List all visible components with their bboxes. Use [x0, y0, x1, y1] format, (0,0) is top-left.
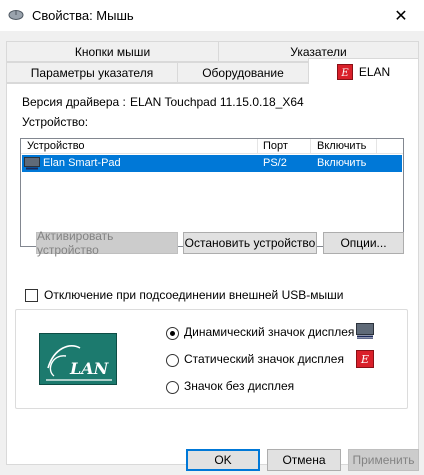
tab-hardware[interactable]: Оборудование — [177, 62, 309, 83]
dynamic-display-icon-radio[interactable] — [166, 327, 179, 340]
title-bar: Свойства: Мышь ✕ — [0, 0, 424, 31]
column-enable[interactable]: Включить — [317, 140, 366, 152]
column-device[interactable]: Устройство — [27, 140, 85, 152]
elan-red-icon: E — [356, 350, 374, 368]
disable-on-usb-mouse-checkbox[interactable] — [25, 289, 38, 302]
tab-label: ELAN — [358, 64, 391, 79]
dialog-body: Кнопки мыши Указатели Параметры указател… — [0, 31, 424, 475]
device-name-cell: Elan Smart-Pad — [43, 157, 121, 169]
svg-text:E: E — [360, 353, 369, 366]
disable-on-usb-mouse-label[interactable]: Отключение при подсоединении внешней USB… — [44, 288, 343, 302]
dynamic-display-icon-label[interactable]: Динамический значок дисплея — [184, 325, 354, 339]
button-label: Применить — [352, 453, 415, 467]
cancel-button[interactable]: Отмена — [267, 449, 341, 471]
close-button[interactable]: ✕ — [378, 0, 424, 31]
elan-logo: LAN — [39, 333, 117, 385]
static-display-icon-radio[interactable] — [166, 354, 179, 367]
tab-elan[interactable]: E ELAN — [308, 58, 419, 84]
tab-label: Оборудование — [202, 65, 284, 80]
no-display-icon-label[interactable]: Значок без дисплея — [184, 379, 294, 393]
options-button[interactable]: Опции... — [323, 232, 404, 254]
device-port-cell: PS/2 — [263, 157, 287, 169]
button-label: Отмена — [282, 453, 326, 467]
button-label: Активировать устройство — [37, 229, 114, 257]
driver-version-value: ELAN Touchpad 11.15.0.18_X64 — [130, 95, 304, 109]
svg-text:E: E — [340, 68, 349, 79]
column-separator[interactable] — [310, 139, 311, 154]
window-title: Свойства: Мышь — [32, 8, 134, 23]
ok-button[interactable]: OK — [186, 449, 260, 471]
apply-button[interactable]: Применить — [348, 449, 419, 471]
tab-buttons[interactable]: Кнопки мыши — [6, 41, 219, 62]
table-row[interactable]: Elan Smart-Pad PS/2 Включить — [22, 155, 402, 172]
column-separator[interactable] — [376, 139, 377, 154]
devices-label: Устройство: — [22, 115, 89, 129]
button-label: Остановить устройство — [184, 236, 316, 250]
stop-device-button[interactable]: Остановить устройство — [183, 232, 317, 254]
tab-pointer-options[interactable]: Параметры указателя — [6, 62, 178, 83]
static-display-icon-label[interactable]: Статический значок дисплея — [184, 352, 344, 366]
column-separator[interactable] — [257, 139, 258, 154]
driver-version-label: Версия драйвера : — [22, 95, 126, 109]
device-enable-cell: Включить — [317, 157, 367, 169]
close-icon: ✕ — [394, 7, 408, 25]
tab-label: Параметры указателя — [30, 65, 154, 80]
button-label: OK — [214, 453, 232, 467]
no-display-icon-radio[interactable] — [166, 381, 179, 394]
column-port[interactable]: Порт — [263, 140, 288, 152]
elan-tab-icon: E — [336, 63, 353, 80]
elan-logo-text: LAN — [69, 359, 110, 378]
touchpad-device-icon — [24, 157, 40, 170]
activate-device-button[interactable]: Активировать устройство — [36, 229, 178, 257]
mouse-properties-icon — [8, 10, 24, 20]
tab-label: Кнопки мыши — [74, 44, 151, 59]
tab-label: Указатели — [290, 44, 347, 59]
monitor-icon — [356, 323, 374, 339]
device-list-header: Устройство Порт Включить — [21, 139, 403, 154]
button-label: Опции... — [340, 236, 387, 250]
